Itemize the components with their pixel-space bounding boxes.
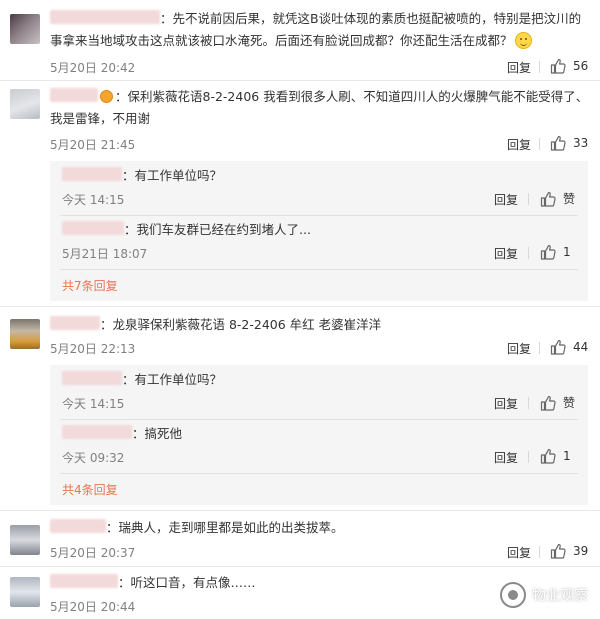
like-count: 1 [563, 449, 571, 463]
separator [528, 247, 529, 259]
reply-text: 用户：有工作单位吗？ [62, 369, 222, 391]
comment-time: 5月20日 20:44 [50, 600, 136, 614]
username[interactable]: 用户 [62, 221, 124, 235]
thumbs-up-icon [540, 191, 556, 207]
divider [60, 269, 578, 270]
avatar[interactable] [10, 525, 40, 555]
separator [528, 397, 529, 409]
like-button[interactable]: 1 [540, 448, 571, 464]
reply-button[interactable]: 回复 [494, 449, 518, 466]
reply-button[interactable]: 回复 [507, 59, 531, 76]
avatar[interactable] [10, 577, 40, 607]
reply-time: 今天 14:15 [62, 397, 125, 411]
username[interactable]: 用户名称 [50, 10, 160, 24]
comment-text: 用户：龙泉驿保利紫薇花语 8-2-2406 牟红 老婆崔洋洋 [50, 314, 595, 336]
reply-button[interactable]: 回复 [507, 544, 531, 561]
like-count: 56 [573, 59, 589, 73]
thumbs-up-icon [550, 543, 566, 559]
like-button[interactable]: 赞 [540, 394, 575, 411]
smile-emoji-icon [514, 32, 532, 49]
username[interactable]: 用户 [62, 167, 122, 181]
divider [60, 473, 578, 474]
like-button[interactable]: 56 [550, 58, 588, 74]
comment-text: 用户名：保利紫薇花语8-2-2406 我看到很多人刷、不知道四川人的火爆脾气能不… [50, 88, 589, 126]
avatar[interactable] [10, 14, 40, 44]
like-count: 44 [573, 340, 589, 354]
username[interactable]: 用户名 [50, 88, 98, 102]
like-button[interactable]: 赞 [540, 190, 575, 207]
divider [60, 215, 578, 216]
username[interactable]: 用户 [62, 371, 122, 385]
thumbs-up-icon [550, 339, 566, 355]
like-button[interactable]: 33 [550, 135, 588, 151]
username[interactable]: 用户 [50, 316, 100, 330]
like-count: 赞 [563, 192, 576, 206]
separator [539, 342, 540, 354]
reply-button[interactable]: 回复 [507, 136, 531, 153]
comment-text: 用户：瑞典人，走到哪里都是如此的出类拔萃。 [50, 517, 595, 539]
like-count: 33 [573, 136, 589, 150]
separator [539, 61, 540, 73]
comment-time: 5月20日 22:13 [50, 342, 136, 356]
like-count: 1 [563, 245, 571, 259]
username[interactable]: 用户 [50, 519, 106, 533]
thumbs-up-icon [540, 448, 556, 464]
like-count: 39 [573, 544, 589, 558]
reply-button[interactable]: 回复 [494, 191, 518, 208]
separator [539, 138, 540, 150]
comment-1: 用户名称：先不说前因后果，就凭这B谈吐体现的素质也挺配被喷的，特别是把汶川的 事… [0, 0, 600, 80]
separator [528, 193, 529, 205]
reply-text: 用户：有工作单位吗？ [62, 165, 222, 187]
reply-thread: 用户：有工作单位吗？ 今天 14:15 回复 赞 用户：搞死他 今天 09:32… [50, 365, 588, 505]
like-count: 赞 [563, 396, 576, 410]
more-replies-link[interactable]: 共7条回复 [62, 277, 118, 294]
username[interactable]: 用户 [50, 574, 118, 588]
comment-text: 用户名称：先不说前因后果，就凭这B谈吐体现的素质也挺配被喷的，特别是把汶川的 事… [50, 10, 582, 49]
like-button[interactable]: 44 [550, 339, 588, 355]
more-replies-link[interactable]: 共4条回复 [62, 481, 118, 498]
separator [539, 546, 540, 558]
wechat-watermark-icon [500, 582, 526, 608]
comment-4: 用户：瑞典人，走到哪里都是如此的出类拔萃。 5月20日 20:37 回复 39 [0, 511, 600, 567]
comment-3: 用户：龙泉驿保利紫薇花语 8-2-2406 牟红 老婆崔洋洋 5月20日 22:… [0, 307, 600, 367]
divider [60, 419, 578, 420]
thumbs-up-icon [550, 58, 566, 74]
reply-thread: 用户：有工作单位吗？ 今天 14:15 回复 赞 用户：我们车友群已经在约到堵人… [50, 161, 588, 301]
avatar[interactable] [10, 89, 40, 119]
reply-button[interactable]: 回复 [494, 245, 518, 262]
reply-text: 用户：我们车友群已经在约到堵人了... [62, 219, 311, 241]
avatar[interactable] [10, 319, 40, 349]
comment-time: 5月20日 20:37 [50, 546, 136, 560]
like-button[interactable]: 39 [550, 543, 588, 559]
reply-button[interactable]: 回复 [494, 395, 518, 412]
thumbs-up-icon [550, 135, 566, 151]
thumbs-up-icon [540, 244, 556, 260]
thumbs-up-icon [540, 395, 556, 411]
reply-text: 用户：搞死他 [62, 423, 182, 445]
like-button[interactable]: 1 [540, 244, 571, 260]
verified-badge-icon [100, 90, 113, 103]
wechat-watermark: 物业观察 [500, 582, 588, 608]
comment-time: 5月20日 20:42 [50, 61, 136, 75]
reply-time: 今天 09:32 [62, 451, 125, 465]
username[interactable]: 用户 [62, 425, 132, 439]
reply-time: 5月21日 18:07 [62, 247, 148, 261]
comment-time: 5月20日 21:45 [50, 138, 136, 152]
reply-time: 今天 14:15 [62, 193, 125, 207]
separator [528, 451, 529, 463]
watermark-text: 物业观察 [532, 588, 588, 604]
reply-button[interactable]: 回复 [507, 340, 531, 357]
